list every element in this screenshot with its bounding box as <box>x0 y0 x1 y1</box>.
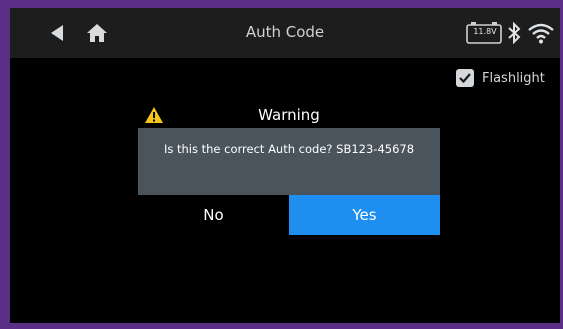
dialog-body: Is this the correct Auth code? SB123-456… <box>138 128 440 195</box>
bluetooth-icon <box>508 21 521 45</box>
dialog-header: Warning <box>138 103 440 127</box>
flashlight-label: Flashlight <box>482 70 545 86</box>
flashlight-toggle[interactable]: Flashlight <box>456 66 560 90</box>
device-frame: Auth Code 11.8V Flashlight Warning Is th… <box>0 0 563 329</box>
flashlight-checkbox[interactable] <box>456 69 474 87</box>
device-screen: Auth Code 11.8V Flashlight Warning Is th… <box>10 8 560 323</box>
checkmark-icon <box>459 73 471 84</box>
battery-voltage: 11.8V <box>473 27 497 36</box>
warning-dialog: Warning Is this the correct Auth code? S… <box>138 103 440 243</box>
dialog-message: Is this the correct Auth code? SB123-456… <box>163 142 415 156</box>
yes-button[interactable]: Yes <box>289 195 440 235</box>
dialog-title: Warning <box>258 106 320 124</box>
top-bar: Auth Code 11.8V <box>10 8 560 58</box>
wifi-icon <box>528 23 554 44</box>
no-button[interactable]: No <box>138 195 289 235</box>
